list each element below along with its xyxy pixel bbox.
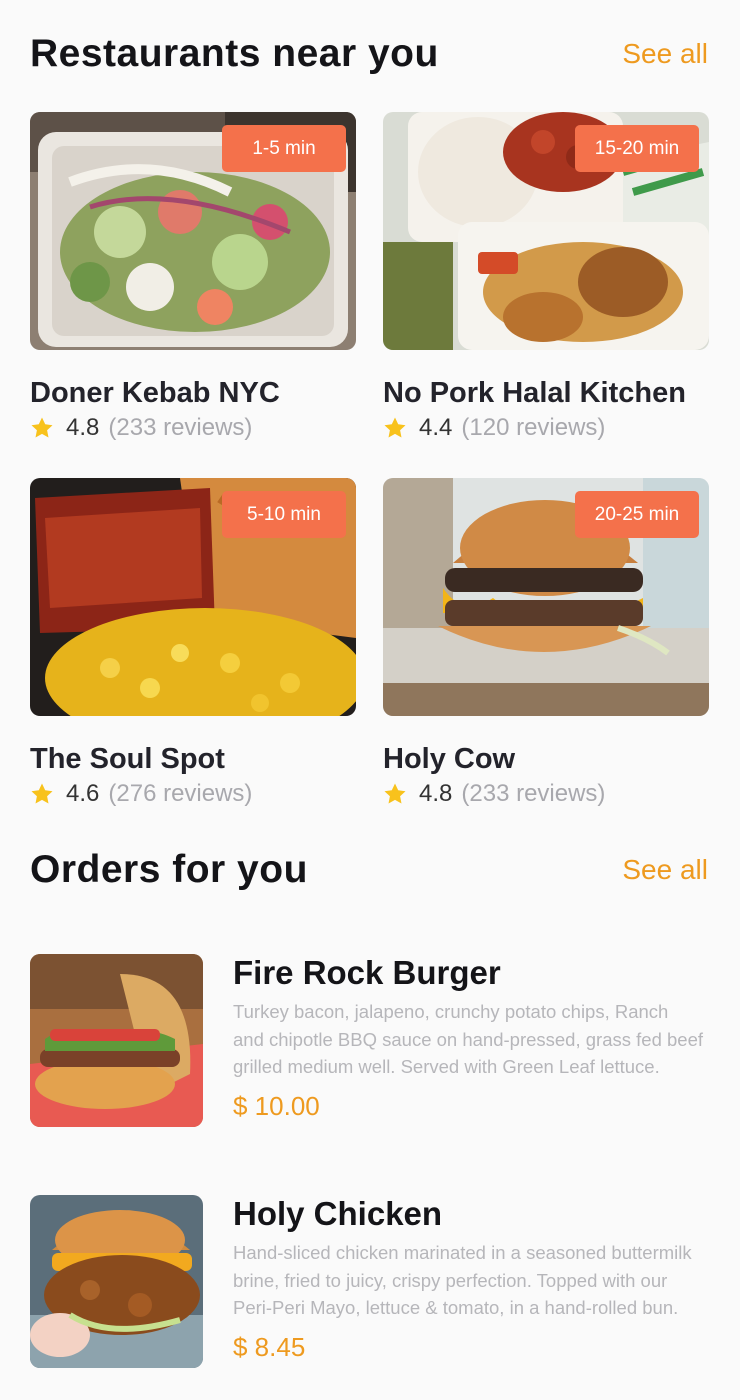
restaurant-image: 1-5 min [30,112,356,350]
restaurant-name: No Pork Halal Kitchen [383,377,686,409]
orders-see-all-link[interactable]: See all [622,854,708,886]
order-description: Turkey bacon, jalapeno, crunchy potato c… [233,1001,703,1077]
restaurant-name: The Soul Spot [30,743,225,775]
restaurant-card[interactable]: 15-20 min No Pork Halal Kitchen 4.4 (120… [383,112,709,442]
review-count: (276 reviews) [108,780,253,807]
restaurant-rating: 4.8 (233 reviews) [30,414,356,442]
restaurant-rating: 4.4 (120 reviews) [383,414,709,442]
restaurant-card[interactable]: 1-5 min Doner Kebab NYC 4.8 (233 reviews… [30,112,356,442]
restaurant-card[interactable]: 5-10 min The Soul Spot 4.6 (276 reviews) [30,478,356,808]
restaurants-title: Restaurants near you [30,32,439,75]
order-name: Fire Rock Burger [233,954,501,991]
order-image [30,1195,203,1368]
orders-header: Orders for you See all [30,848,708,892]
star-icon [31,783,53,804]
restaurant-card[interactable]: 20-25 min Holy Cow 4.8 (233 reviews) [383,478,709,808]
restaurant-name: Holy Cow [383,743,516,775]
orders-title: Orders for you [30,848,308,891]
star-icon [384,417,406,438]
order-price: $ 10.00 [233,1090,320,1121]
order-image [30,954,203,1127]
order-description: Hand-sliced chicken marinated in a seaso… [233,1242,692,1318]
rating-value: 4.8 [66,414,100,441]
rating-value: 4.6 [66,780,100,807]
star-icon [384,783,406,804]
star-icon [31,417,53,438]
order-item[interactable]: Holy Chicken Hand-sliced chicken marinat… [30,1195,710,1368]
restaurants-see-all-link[interactable]: See all [622,38,708,70]
order-price: $ 8.45 [233,1331,306,1362]
restaurant-image: 5-10 min [30,478,356,716]
review-count: (233 reviews) [108,414,253,441]
restaurants-header: Restaurants near you See all [30,32,708,76]
review-count: (233 reviews) [461,780,606,807]
restaurant-image: 20-25 min [383,478,709,716]
restaurant-rating: 4.8 (233 reviews) [383,780,709,808]
restaurant-name: Doner Kebab NYC [30,377,280,409]
delivery-time-badge: 1-5 min [222,125,346,172]
review-count: (120 reviews) [461,414,606,441]
rating-value: 4.8 [419,780,453,807]
rating-value: 4.4 [419,414,453,441]
delivery-time-badge: 20-25 min [575,491,699,538]
order-name: Holy Chicken [233,1195,443,1232]
delivery-time-badge: 5-10 min [222,491,346,538]
restaurant-image: 15-20 min [383,112,709,350]
restaurant-rating: 4.6 (276 reviews) [30,780,356,808]
delivery-time-badge: 15-20 min [575,125,699,172]
order-item[interactable]: Fire Rock Burger Turkey bacon, jalapeno,… [30,954,710,1127]
